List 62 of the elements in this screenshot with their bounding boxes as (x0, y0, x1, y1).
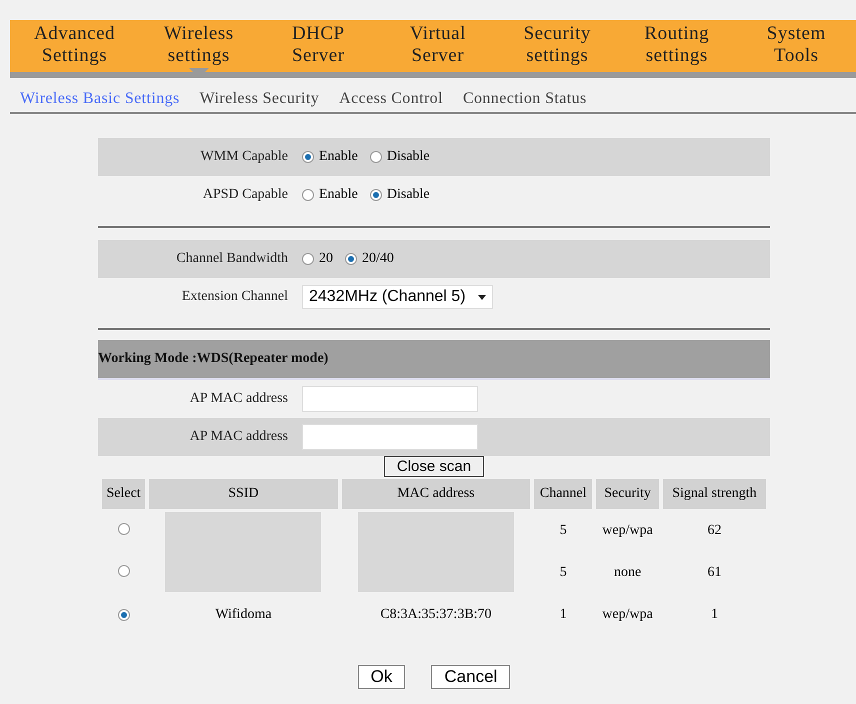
dialog-button[interactable]: Cancel (431, 665, 510, 689)
column-header: Security (596, 479, 659, 509)
radio-label: Enable (319, 187, 358, 203)
radio-label: Enable (319, 149, 358, 165)
table-cell-text: wep/wpa (601, 606, 654, 624)
field-label: AP MAC address (188, 429, 289, 445)
field-label: WMM Capable (200, 149, 289, 165)
radio-button[interactable] (370, 189, 382, 201)
nav-tab[interactable]: Security settings (498, 20, 618, 72)
radio-label: 20 (319, 251, 333, 267)
caret-icon (478, 294, 486, 300)
radio-option[interactable]: Enable (302, 187, 358, 203)
nav-tab[interactable]: System Tools (736, 20, 856, 72)
sub-nav-tab[interactable]: Access Control (339, 90, 443, 108)
row-radio-button[interactable] (118, 609, 130, 621)
field-label: AP MAC address (188, 391, 289, 407)
column-header: Signal strength (662, 479, 766, 509)
radio-button[interactable] (302, 189, 314, 201)
table-cell-text: 62 (706, 522, 722, 540)
sub-nav-tab[interactable]: Connection Status (462, 90, 587, 108)
column-header: SSID (149, 479, 338, 509)
mac-input-field[interactable] (302, 386, 478, 412)
field-label: Channel Bandwidth (175, 251, 289, 267)
field-label: APSD Capable (202, 187, 289, 203)
section-title: Working Mode :WDS(Repeater mode) (98, 351, 328, 367)
table-cell-text: C8:3A:35:37:3B:70 (379, 606, 493, 624)
sub-nav-tab[interactable]: Wireless Security (200, 90, 320, 108)
radio-button[interactable] (302, 151, 314, 163)
table-cell-text: wep/wpa (601, 522, 654, 540)
column-header: MAC address (342, 479, 530, 509)
radio-option[interactable]: 20 (302, 251, 333, 267)
nav-tab[interactable]: Advanced Settings (10, 20, 140, 72)
radio-button[interactable] (345, 253, 357, 265)
row-radio-button[interactable] (118, 564, 130, 576)
field-label: Extension Channel (180, 289, 289, 305)
radio-label: Disable (386, 149, 430, 165)
table-cell-text: 1 (558, 606, 568, 624)
table-cell-text: 61 (706, 564, 722, 582)
radio-label: Disable (386, 187, 430, 203)
sub-nav-tab[interactable]: Wireless Basic Settings (20, 90, 180, 108)
mac-input-field[interactable] (302, 424, 478, 450)
close-scan-button[interactable]: Close scan (384, 456, 484, 477)
column-header: Select (102, 479, 146, 509)
table-cell-text: 5 (558, 564, 568, 582)
channel-select[interactable]: 2432MHz (Channel 5) (302, 285, 493, 309)
radio-button[interactable] (302, 253, 314, 265)
radio-label: 20/40 (362, 251, 394, 267)
table-cell-text: 5 (558, 522, 568, 540)
table-cell-text: none (612, 564, 642, 582)
column-header: Channel (534, 479, 592, 509)
nav-tab[interactable]: DHCP Server (258, 20, 378, 72)
radio-button[interactable] (370, 151, 382, 163)
nav-tab[interactable]: Virtual Server (378, 20, 498, 72)
nav-tab[interactable]: Routing settings (617, 20, 737, 72)
radio-option[interactable]: 20/40 (345, 251, 394, 267)
table-cell-text: 1 (710, 606, 719, 624)
radio-option[interactable]: Disable (370, 187, 430, 203)
radio-option[interactable]: Enable (302, 149, 358, 165)
radio-option[interactable]: Disable (370, 149, 430, 165)
dialog-button[interactable]: Ok (358, 665, 406, 689)
table-cell-text: Wifidoma (214, 606, 273, 624)
row-radio-button[interactable] (118, 522, 130, 534)
